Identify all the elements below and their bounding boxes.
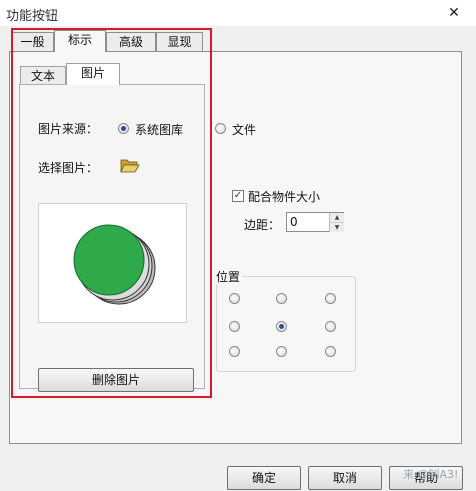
fit-object-label: 配合物件大小 (248, 190, 321, 204)
file-label: 文件 (232, 123, 257, 137)
spin-up-icon[interactable]: ▲ (329, 213, 344, 222)
margin-value[interactable]: 0 (290, 215, 298, 229)
ok-button[interactable]: 确定 (227, 466, 301, 490)
position-radio-bottom-left[interactable] (229, 346, 240, 357)
close-button[interactable]: ✕ (440, 3, 468, 23)
position-radio-middle-left[interactable] (229, 321, 240, 332)
position-radio-middle-right[interactable] (325, 321, 336, 332)
position-radio-bottom-right[interactable] (325, 346, 336, 357)
spin-down-icon[interactable]: ▼ (329, 222, 344, 232)
cancel-button[interactable]: 取消 (308, 466, 382, 490)
position-radio-top-left[interactable] (229, 293, 240, 304)
position-radio-bottom-center[interactable] (276, 346, 287, 357)
margin-label: 边距： (244, 218, 281, 232)
position-radio-center[interactable] (276, 321, 287, 332)
fit-object-checkbox[interactable]: ✓ (232, 190, 244, 202)
position-label: 位置 (216, 268, 243, 285)
margin-spinner[interactable]: 0 ▲ ▼ (286, 212, 344, 232)
window-title: 功能按钮 (6, 9, 59, 24)
position-radio-top-right[interactable] (325, 293, 336, 304)
watermark: 来 @钊A3! (403, 468, 459, 481)
title-bar: 功能按钮 ✕ (0, 0, 476, 26)
highlight-frame (11, 28, 212, 398)
position-radio-top-center[interactable] (276, 293, 287, 304)
radio-file[interactable] (215, 123, 226, 134)
